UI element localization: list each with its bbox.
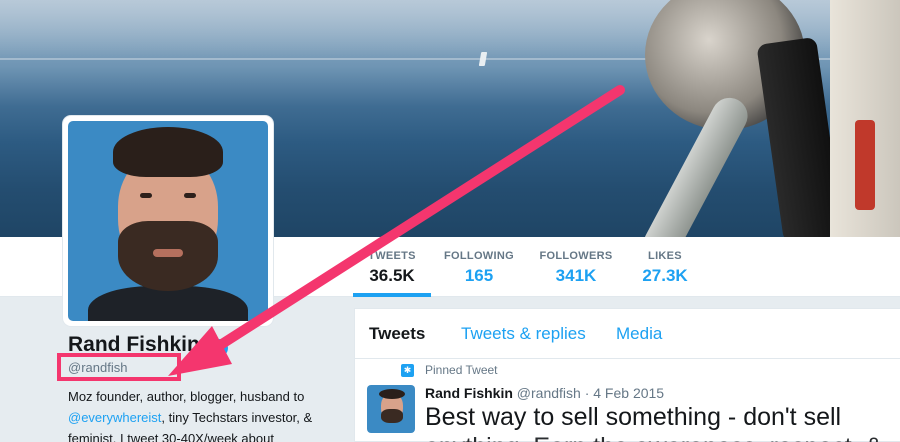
stat-followers-label: FOLLOWERS bbox=[539, 250, 613, 262]
stat-followers-value: 341K bbox=[555, 266, 597, 285]
stat-tweets-value: 36.5K bbox=[369, 266, 415, 285]
bio-mention-link[interactable]: @everywhereist bbox=[68, 410, 161, 425]
tweet-avatar-hair bbox=[379, 389, 405, 399]
profile-avatar[interactable] bbox=[63, 116, 273, 326]
bio-line-2: @everywhereist, tiny Techstars investor,… bbox=[68, 407, 343, 428]
stat-likes[interactable]: LIKES 27.3K bbox=[630, 250, 700, 297]
avatar-shirt bbox=[88, 286, 248, 321]
tab-media[interactable]: Media bbox=[616, 324, 662, 344]
pinned-tweet-label: ✱ Pinned Tweet bbox=[401, 363, 498, 377]
stat-following-value: 165 bbox=[464, 266, 494, 285]
bio-line-3: feminist. I tweet 30-40X/week about bbox=[68, 431, 274, 442]
tweet-text: Best way to sell something - don't sell bbox=[425, 403, 842, 431]
tweet-header: Rand Fishkin @randfish · 4 Feb 2015 bbox=[425, 385, 664, 401]
avatar-photo bbox=[68, 121, 268, 321]
stat-tweets[interactable]: TWEETS 36.5K bbox=[353, 250, 431, 297]
tweet-avatar[interactable] bbox=[367, 385, 415, 433]
tab-tweets-replies[interactable]: Tweets & replies bbox=[461, 324, 586, 344]
timeline-tabs: Tweets Tweets & replies Media bbox=[355, 309, 900, 359]
stat-followers[interactable]: FOLLOWERS 341K bbox=[535, 250, 617, 297]
avatar-eye-right bbox=[184, 193, 196, 198]
tweet-avatar-beard bbox=[381, 409, 403, 423]
handle-highlight-box bbox=[57, 353, 181, 381]
bio-line-2-text: , tiny Techstars investor, & bbox=[161, 410, 313, 425]
stat-likes-value: 27.3K bbox=[642, 266, 688, 285]
avatar-hair bbox=[113, 127, 223, 177]
banner-wing-stripe bbox=[855, 120, 875, 210]
stat-tweets-label: TWEETS bbox=[368, 250, 416, 262]
bio-line-1: Moz founder, author, blogger, husband to bbox=[68, 389, 305, 404]
avatar-eye-left bbox=[140, 193, 152, 198]
stat-following-label: FOLLOWING bbox=[444, 250, 514, 262]
stat-following[interactable]: FOLLOWING 165 bbox=[440, 250, 518, 297]
pin-icon: ✱ bbox=[401, 364, 414, 377]
tab-tweets[interactable]: Tweets bbox=[369, 324, 425, 344]
stat-likes-label: LIKES bbox=[648, 250, 682, 262]
tweet-meta[interactable]: @randfish · 4 Feb 2015 bbox=[517, 385, 664, 401]
timeline: Tweets Tweets & replies Media ✱ Pinned T… bbox=[354, 308, 900, 442]
avatar-mouth bbox=[153, 249, 183, 257]
tweet-text-line-2: anything. Earn the awareness, respect, & bbox=[425, 433, 882, 442]
banner-sailboat bbox=[478, 52, 488, 66]
tweet-author-name[interactable]: Rand Fishkin bbox=[425, 385, 513, 401]
pinned-text: Pinned Tweet bbox=[425, 363, 498, 377]
verified-badge-icon: ✓ bbox=[210, 339, 228, 357]
profile-bio: Moz founder, author, blogger, husband to… bbox=[68, 386, 343, 442]
